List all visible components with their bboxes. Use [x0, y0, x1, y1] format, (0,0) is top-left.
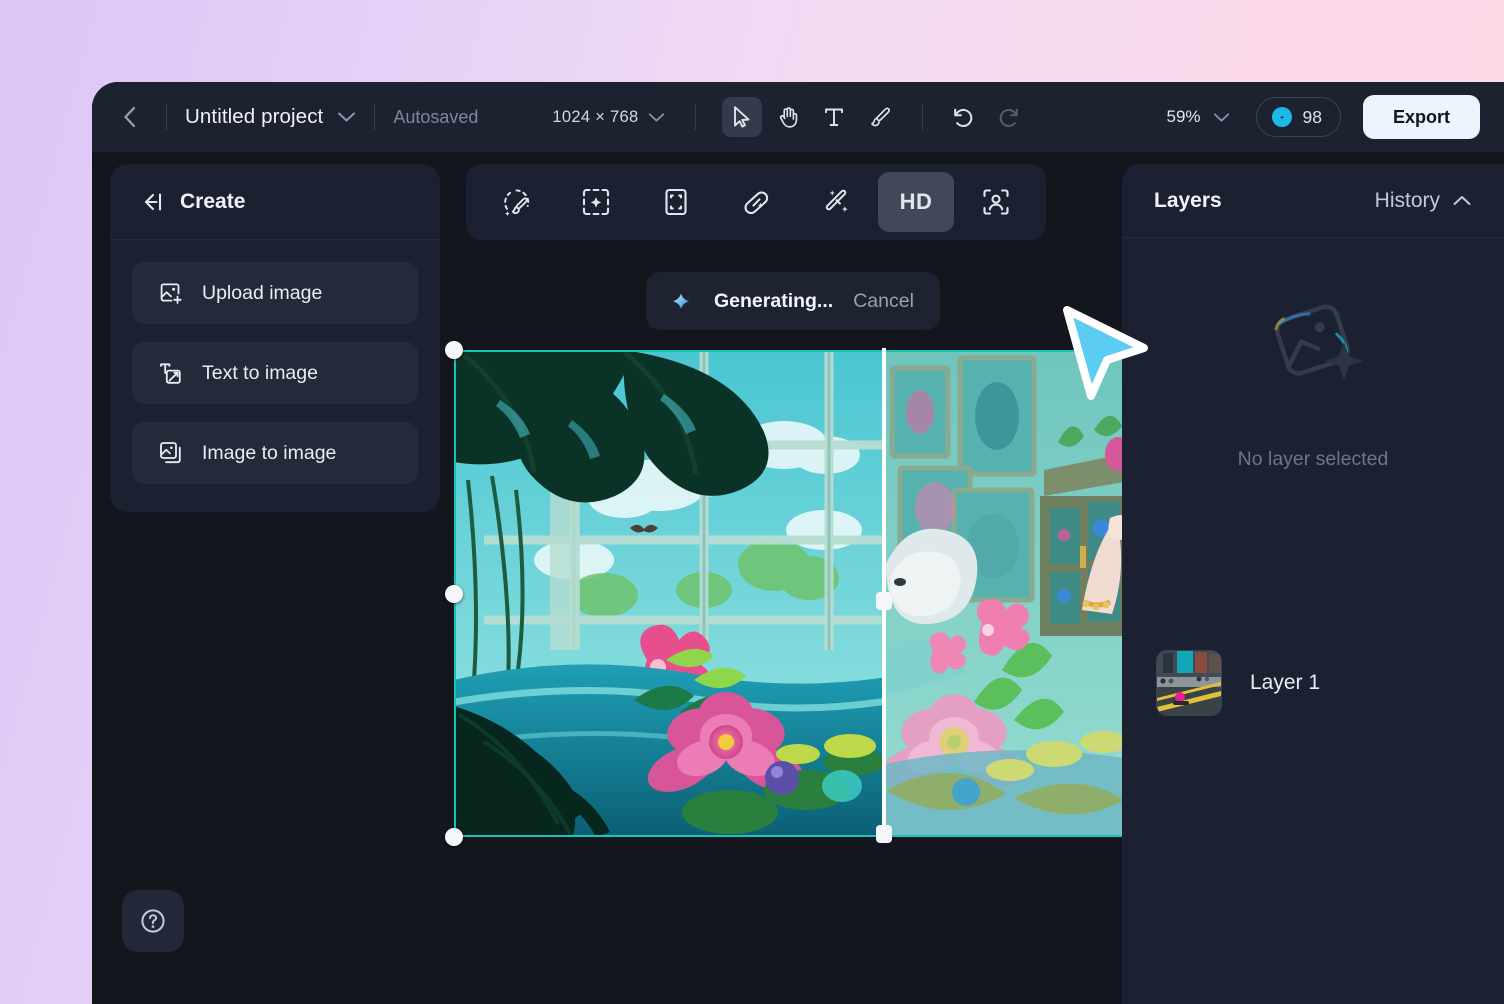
tab-history-label: History [1374, 188, 1440, 212]
comparison-slider[interactable] [876, 348, 892, 843]
brush-tool-button[interactable] [860, 97, 900, 137]
person-frame-icon [983, 189, 1009, 215]
pan-tool-button[interactable] [768, 97, 808, 137]
tab-history[interactable]: History [1375, 189, 1472, 213]
back-button[interactable] [110, 98, 148, 136]
create-panel-title: Create [180, 189, 246, 213]
eraser-patch-icon [743, 190, 768, 214]
select-tool-button[interactable] [722, 97, 763, 137]
layers-panel: Layers History No layer selected Layer 1 [1122, 164, 1504, 1004]
tab-layers[interactable]: Layers [1154, 189, 1222, 213]
resize-handle-middle-left[interactable] [445, 584, 463, 603]
chevron-down-icon [338, 112, 356, 122]
collapse-panel-left-icon[interactable] [138, 191, 164, 213]
hd-label: HD [899, 189, 933, 214]
app-header: Untitled project Autosaved 1024 × 768 59… [92, 82, 1504, 152]
chevron-down-icon [649, 112, 665, 122]
canvas-dimensions-value: 1024 × 768 [552, 107, 639, 126]
credits-count: 98 [1302, 106, 1322, 127]
zoom-level-value: 59% [1166, 107, 1201, 126]
layer-list-item[interactable]: Layer 1 [1148, 642, 1478, 724]
layers-panel-header: Layers History [1122, 164, 1504, 238]
header-divider-4 [922, 104, 924, 130]
canvas-selection[interactable] [445, 341, 1124, 846]
project-dropdown-button[interactable] [337, 111, 356, 123]
text-t-icon [825, 108, 844, 126]
canvas-image[interactable] [454, 350, 1124, 837]
text-tool-button[interactable] [814, 97, 854, 137]
layers-empty-state: No layer selected [1122, 294, 1504, 471]
generative-fill-icon [582, 188, 610, 216]
redo-button[interactable] [989, 97, 1029, 137]
layer-thumbnail [1156, 650, 1222, 716]
header-divider-3 [695, 104, 697, 130]
zoom-level-dropdown[interactable]: 59% [1166, 107, 1229, 127]
expand-frame-icon [665, 188, 687, 216]
magic-brush-icon [503, 188, 529, 216]
redo-arrow-icon [1000, 108, 1019, 127]
app-window: Untitled project Autosaved 1024 × 768 59… [92, 82, 1504, 1004]
canvas-dimensions-dropdown[interactable]: 1024 × 768 [552, 108, 665, 127]
comparison-slider-handle-bottom[interactable] [876, 825, 892, 843]
image-sparkle-placeholder-icon [1274, 304, 1363, 380]
chevron-up-icon [1453, 196, 1471, 205]
autosaved-status: Autosaved [393, 106, 479, 127]
header-divider-2 [374, 104, 376, 130]
layer-name-label: Layer 1 [1250, 671, 1321, 694]
cursor-arrow-icon [734, 106, 751, 128]
chevron-left-icon [123, 106, 135, 128]
undo-button[interactable] [943, 97, 983, 137]
project-title: Untitled project [185, 105, 324, 128]
export-button[interactable]: Export [1362, 95, 1480, 139]
paintbrush-icon [871, 107, 890, 127]
generated-artwork [454, 350, 1124, 837]
header-divider-1 [166, 104, 167, 130]
resize-handle-top-left[interactable] [445, 341, 463, 359]
resize-handle-bottom-left[interactable] [445, 828, 463, 846]
credits-badge[interactable]: 98 [1255, 97, 1341, 137]
street-scene-thumbnail [1157, 651, 1221, 715]
no-layer-selected-label: No layer selected [1237, 448, 1389, 470]
comparison-slider-handle-middle[interactable] [876, 592, 892, 610]
undo-arrow-icon [954, 108, 973, 127]
magic-wand-icon [825, 189, 848, 212]
chevron-down-icon [1213, 112, 1229, 122]
credit-coin-icon [1271, 107, 1292, 127]
hand-icon [779, 107, 798, 128]
